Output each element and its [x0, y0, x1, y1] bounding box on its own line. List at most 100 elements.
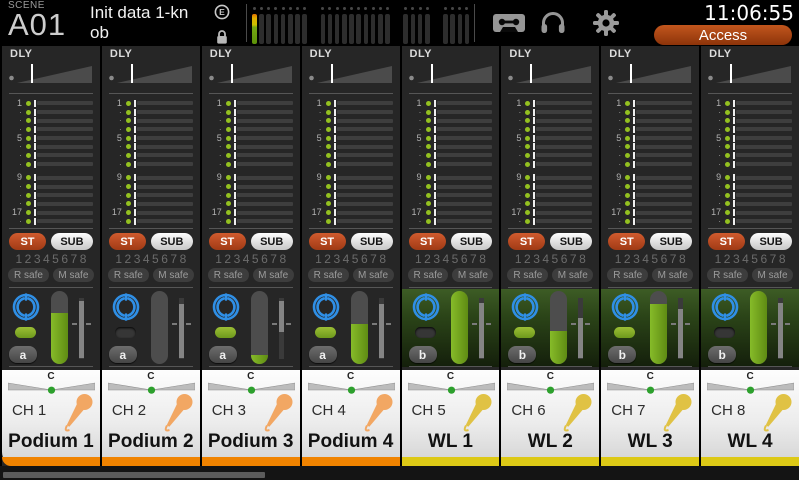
stereo-assign-button[interactable]: ST — [109, 233, 146, 250]
horizontal-scrollbar-thumb[interactable] — [3, 472, 265, 478]
sub-assign-button[interactable]: SUB — [451, 233, 493, 250]
input-source-badge[interactable]: a — [9, 346, 37, 363]
fader-position-bar[interactable] — [678, 298, 683, 359]
delay-wedge-icon[interactable] — [707, 61, 793, 90]
stereo-assign-button[interactable]: ST — [409, 233, 446, 250]
send-row[interactable]: · — [9, 217, 93, 226]
level-meter-fader[interactable] — [151, 291, 168, 364]
level-meter-fader[interactable] — [650, 291, 667, 364]
mute-safe-button[interactable]: M safe — [752, 268, 793, 282]
level-meter-fader[interactable] — [451, 291, 468, 364]
send-row[interactable]: · — [608, 160, 692, 169]
send-row[interactable]: · — [309, 160, 393, 169]
channel-label-card[interactable]: C CH 4 Podium 4 — [302, 370, 400, 466]
channel-label-card[interactable]: C CH 2 Podium 2 — [102, 370, 200, 466]
setup-gear-icon[interactable] — [592, 9, 620, 42]
delay-wedge-icon[interactable] — [8, 61, 94, 90]
level-meter-fader[interactable] — [51, 291, 68, 364]
input-source-badge[interactable]: b — [708, 346, 736, 363]
channel-label-card[interactable]: C CH 7 WL 3 — [601, 370, 699, 466]
channel-label-card[interactable]: C CH 6 WL 2 — [501, 370, 599, 466]
send-level-cursor — [733, 135, 735, 142]
channel-label-card[interactable]: C CH 1 Podium 1 — [2, 370, 100, 466]
send-row[interactable]: · — [508, 217, 592, 226]
delay-wedge-icon[interactable] — [607, 61, 693, 90]
recall-safe-button[interactable]: R safe — [707, 268, 748, 282]
scene-button[interactable]: SCENE A01 — [8, 1, 66, 40]
sub-assign-button[interactable]: SUB — [351, 233, 393, 250]
mute-safe-button[interactable]: M safe — [353, 268, 394, 282]
fader-position-bar[interactable] — [279, 298, 284, 359]
fader-position-bar[interactable] — [379, 298, 384, 359]
monitor-headphones-icon[interactable] — [540, 10, 566, 41]
mute-safe-button[interactable]: M safe — [153, 268, 194, 282]
recall-safe-button[interactable]: R safe — [607, 268, 648, 282]
input-source-badge[interactable]: a — [209, 346, 237, 363]
fader-position-bar[interactable] — [778, 298, 783, 359]
stereo-assign-button[interactable]: ST — [9, 233, 46, 250]
delay-wedge-icon[interactable] — [108, 61, 194, 90]
sub-assign-button[interactable]: SUB — [251, 233, 293, 250]
recall-safe-button[interactable]: R safe — [208, 268, 249, 282]
input-source-badge[interactable]: a — [109, 346, 137, 363]
delay-wedge-icon[interactable] — [308, 61, 394, 90]
send-row[interactable]: · — [9, 160, 93, 169]
recall-safe-button[interactable]: R safe — [8, 268, 49, 282]
stereo-assign-button[interactable]: ST — [209, 233, 246, 250]
send-row[interactable]: · — [708, 217, 792, 226]
mute-safe-button[interactable]: M safe — [652, 268, 693, 282]
input-source-badge[interactable]: a — [309, 346, 337, 363]
send-level-track — [137, 193, 193, 197]
recall-safe-button[interactable]: R safe — [408, 268, 449, 282]
stereo-assign-button[interactable]: ST — [508, 233, 545, 250]
meter-cell — [288, 7, 293, 44]
sub-assign-button[interactable]: SUB — [650, 233, 692, 250]
mute-safe-button[interactable]: M safe — [452, 268, 493, 282]
fader-position-bar[interactable] — [578, 298, 583, 359]
sub-assign-button[interactable]: SUB — [51, 233, 93, 250]
sub-assign-button[interactable]: SUB — [750, 233, 792, 250]
fader-position-bar[interactable] — [179, 298, 184, 359]
recorder-icon[interactable] — [492, 11, 526, 40]
send-row[interactable]: · — [608, 217, 692, 226]
send-level-cursor — [134, 192, 136, 199]
send-level-cursor — [34, 218, 36, 225]
access-button[interactable]: Access — [654, 25, 792, 45]
input-source-badge[interactable]: b — [409, 346, 437, 363]
on-indicator-pill — [115, 327, 136, 338]
channel-label-card[interactable]: C CH 8 WL 4 — [701, 370, 799, 466]
recall-safe-button[interactable]: R safe — [507, 268, 548, 282]
send-row[interactable]: · — [109, 217, 193, 226]
sub-assign-button[interactable]: SUB — [151, 233, 193, 250]
stereo-assign-button[interactable]: ST — [608, 233, 645, 250]
send-row[interactable]: · — [209, 217, 293, 226]
send-row[interactable]: · — [309, 217, 393, 226]
recall-safe-button[interactable]: R safe — [308, 268, 349, 282]
delay-wedge-icon[interactable] — [408, 61, 494, 90]
channel-label-card[interactable]: C CH 3 Podium 3 — [202, 370, 300, 466]
sub-assign-button[interactable]: SUB — [550, 233, 592, 250]
channel-label-card[interactable]: C CH 5 WL 1 — [402, 370, 500, 466]
send-row[interactable]: · — [109, 160, 193, 169]
fader-position-bar[interactable] — [479, 298, 484, 359]
level-meter-fader[interactable] — [251, 291, 268, 364]
delay-wedge-icon[interactable] — [507, 61, 593, 90]
level-meter-fader[interactable] — [351, 291, 368, 364]
fader-position-bar[interactable] — [79, 298, 84, 359]
send-row[interactable]: · — [209, 160, 293, 169]
stereo-assign-button[interactable]: ST — [309, 233, 346, 250]
delay-wedge-icon[interactable] — [208, 61, 294, 90]
input-source-badge[interactable]: b — [508, 346, 536, 363]
recall-safe-button[interactable]: R safe — [108, 268, 149, 282]
send-row[interactable]: · — [708, 160, 792, 169]
mute-safe-button[interactable]: M safe — [552, 268, 593, 282]
input-source-badge[interactable]: b — [608, 346, 636, 363]
send-row[interactable]: · — [409, 160, 493, 169]
level-meter-fader[interactable] — [750, 291, 767, 364]
level-meter-fader[interactable] — [550, 291, 567, 364]
send-row[interactable]: · — [409, 217, 493, 226]
stereo-assign-button[interactable]: ST — [708, 233, 745, 250]
mute-safe-button[interactable]: M safe — [53, 268, 94, 282]
mute-safe-button[interactable]: M safe — [253, 268, 294, 282]
send-row[interactable]: · — [508, 160, 592, 169]
